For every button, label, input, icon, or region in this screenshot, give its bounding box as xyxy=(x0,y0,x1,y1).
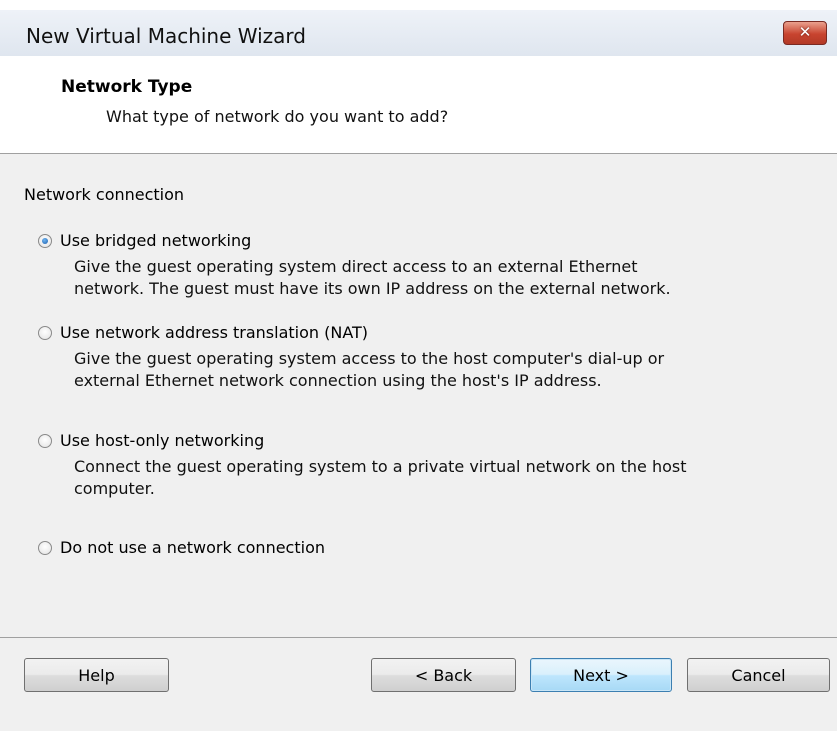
option-no-network-label[interactable]: Do not use a network connection xyxy=(60,537,325,559)
option-bridged-desc-line1: Give the guest operating system direct a… xyxy=(74,257,638,276)
page-subtitle: What type of network do you want to add? xyxy=(106,107,449,126)
radio-no-network[interactable] xyxy=(38,541,52,555)
wizard-content: Network connection Use bridged networkin… xyxy=(0,154,837,637)
title-bar[interactable]: New Virtual Machine Wizard ✕ xyxy=(0,10,837,56)
help-button[interactable]: Help xyxy=(24,658,169,692)
back-button[interactable]: < Back xyxy=(371,658,516,692)
option-host-only-label[interactable]: Use host-only networking xyxy=(60,430,264,452)
option-nat-label[interactable]: Use network address translation (NAT) xyxy=(60,322,368,344)
option-host-only-desc-line2: computer. xyxy=(74,479,155,498)
close-icon: ✕ xyxy=(798,23,812,41)
option-nat-desc-line1: Give the guest operating system access t… xyxy=(74,349,665,368)
close-button[interactable]: ✕ xyxy=(783,21,827,45)
cancel-button[interactable]: Cancel xyxy=(687,658,830,692)
next-button[interactable]: Next > xyxy=(530,658,672,692)
option-bridged-label[interactable]: Use bridged networking xyxy=(60,230,251,252)
radio-bridged[interactable] xyxy=(38,234,52,248)
page-title: Network Type xyxy=(61,77,193,97)
background-strip xyxy=(0,0,837,10)
radio-host-only[interactable] xyxy=(38,434,52,448)
radio-selected-dot xyxy=(42,238,48,244)
option-host-only-desc-line1: Connect the guest operating system to a … xyxy=(74,457,687,476)
wizard-footer: Help < Back Next > Cancel xyxy=(0,637,837,731)
network-connection-label: Network connection xyxy=(24,185,185,204)
wizard-header: Network Type What type of network do you… xyxy=(0,56,837,154)
radio-nat[interactable] xyxy=(38,326,52,340)
option-bridged-desc-line2: network. The guest must have its own IP … xyxy=(74,279,671,298)
option-nat-desc-line2: external Ethernet network connection usi… xyxy=(74,371,602,390)
wizard-window: New Virtual Machine Wizard ✕ Network Typ… xyxy=(0,10,837,731)
window-title: New Virtual Machine Wizard xyxy=(26,24,306,48)
